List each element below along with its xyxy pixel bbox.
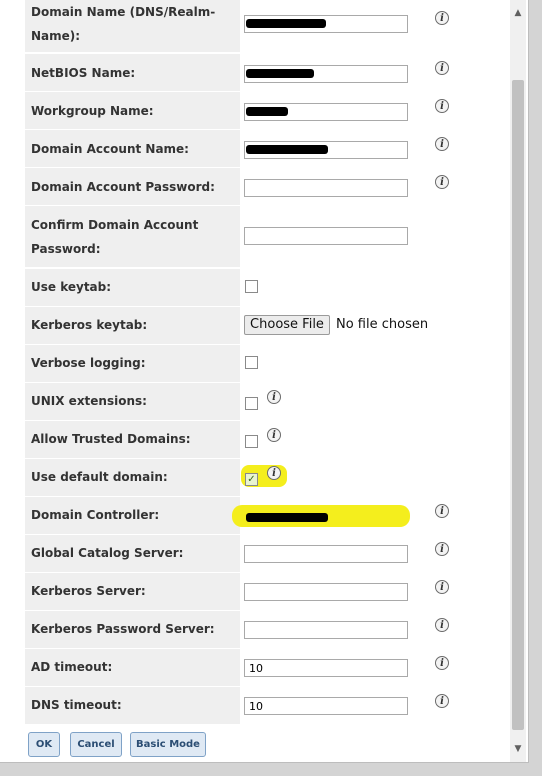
info-icon[interactable]: i xyxy=(435,580,449,594)
label-allow-trusted-domains: Allow Trusted Domains: xyxy=(31,432,191,446)
redaction-mark xyxy=(246,69,314,78)
info-icon[interactable]: i xyxy=(435,99,449,113)
ad-timeout-input[interactable]: 10 xyxy=(244,659,408,677)
info-icon[interactable]: i xyxy=(435,618,449,632)
global-catalog-server-input[interactable] xyxy=(244,545,408,563)
row-dns-timeout: DNS timeout: 10 i xyxy=(25,687,493,724)
row-verbose-logging: Verbose logging: xyxy=(25,345,493,382)
row-ad-timeout: AD timeout: 10 i xyxy=(25,649,493,686)
kerberos-server-input[interactable] xyxy=(244,583,408,601)
file-status-text: No file chosen xyxy=(336,317,429,332)
row-use-keytab: Use keytab: xyxy=(25,269,493,306)
info-icon[interactable]: i xyxy=(435,137,449,151)
label-use-keytab: Use keytab: xyxy=(31,280,112,294)
info-icon[interactable]: i xyxy=(435,175,449,189)
info-icon[interactable]: i xyxy=(435,61,449,75)
label-dns-timeout: DNS timeout: xyxy=(31,698,122,712)
label-kerberos-server: Kerberos Server: xyxy=(31,584,146,598)
row-workgroup-name: Workgroup Name: i xyxy=(25,92,493,129)
use-keytab-checkbox[interactable] xyxy=(245,280,258,293)
label-kerberos-password-server: Kerberos Password Server: xyxy=(31,622,215,636)
kerberos-password-server-input[interactable] xyxy=(244,621,408,639)
redaction-mark xyxy=(246,145,328,154)
allow-trusted-domains-checkbox[interactable] xyxy=(245,435,258,448)
cancel-button[interactable]: Cancel xyxy=(70,732,122,757)
ok-button[interactable]: OK xyxy=(28,732,60,757)
label-global-catalog-server: Global Catalog Server: xyxy=(31,546,184,560)
row-confirm-password: Confirm Domain Account Password: xyxy=(25,206,493,267)
info-icon[interactable]: i xyxy=(435,656,449,670)
label-netbios-name: NetBIOS Name: xyxy=(31,66,136,80)
row-domain-controller: Domain Controller: i xyxy=(25,497,493,534)
info-icon[interactable]: i xyxy=(435,694,449,708)
row-kerberos-password-server: Kerberos Password Server: i xyxy=(25,611,493,648)
redaction-mark xyxy=(246,19,326,28)
confirm-password-input[interactable] xyxy=(244,227,408,245)
label-verbose-logging: Verbose logging: xyxy=(31,356,146,370)
label-kerberos-keytab: Kerberos keytab: xyxy=(31,318,148,332)
row-domain-account-name: Domain Account Name: i xyxy=(25,130,493,167)
info-icon[interactable]: i xyxy=(267,428,281,442)
redaction-mark xyxy=(246,107,288,116)
scroll-down-arrow-icon[interactable]: ▼ xyxy=(513,744,523,754)
label-domain-name: Domain Name (DNS/Realm-Name): xyxy=(31,5,216,43)
verbose-logging-checkbox[interactable] xyxy=(245,356,258,369)
info-icon[interactable]: i xyxy=(435,504,449,518)
unix-extensions-checkbox[interactable] xyxy=(245,397,258,410)
info-icon[interactable]: i xyxy=(435,11,449,25)
row-kerberos-keytab: Kerberos keytab: Choose File No file cho… xyxy=(25,307,493,344)
label-domain-account-password: Domain Account Password: xyxy=(31,180,215,194)
info-icon[interactable]: i xyxy=(267,466,281,480)
label-use-default-domain: Use default domain: xyxy=(31,470,168,484)
info-icon[interactable]: i xyxy=(435,542,449,556)
label-domain-controller: Domain Controller: xyxy=(31,508,160,522)
row-domain-account-password: Domain Account Password: i xyxy=(25,168,493,205)
directory-service-dialog: Domain Name (DNS/Realm-Name): i NetBIOS … xyxy=(0,0,529,763)
row-kerberos-server: Kerberos Server: i xyxy=(25,573,493,610)
redaction-mark xyxy=(246,513,328,522)
scroll-up-arrow-icon[interactable]: ▲ xyxy=(513,8,523,18)
label-unix-extensions: UNIX extensions: xyxy=(31,394,147,408)
row-allow-trusted-domains: Allow Trusted Domains: i xyxy=(25,421,493,458)
label-confirm-password: Confirm Domain Account Password: xyxy=(31,218,199,256)
dns-timeout-input[interactable]: 10 xyxy=(244,697,408,715)
row-global-catalog-server: Global Catalog Server: i xyxy=(25,535,493,572)
use-default-domain-checkbox[interactable]: ✓ xyxy=(245,473,258,486)
choose-file-button[interactable]: Choose File xyxy=(244,315,330,335)
row-unix-extensions: UNIX extensions: i xyxy=(25,383,493,420)
basic-mode-button[interactable]: Basic Mode xyxy=(130,732,206,757)
info-icon[interactable]: i xyxy=(267,390,281,404)
vertical-scrollbar[interactable]: ▲ ▼ xyxy=(510,0,526,762)
row-use-default-domain: Use default domain: ✓ i xyxy=(25,459,493,496)
row-netbios-name: NetBIOS Name: i xyxy=(25,54,493,91)
label-ad-timeout: AD timeout: xyxy=(31,660,113,674)
label-domain-account-name: Domain Account Name: xyxy=(31,142,189,156)
domain-account-password-input[interactable] xyxy=(244,179,408,197)
scrollbar-thumb[interactable] xyxy=(512,80,524,730)
label-workgroup-name: Workgroup Name: xyxy=(31,104,154,118)
row-domain-name: Domain Name (DNS/Realm-Name): i xyxy=(25,0,493,52)
